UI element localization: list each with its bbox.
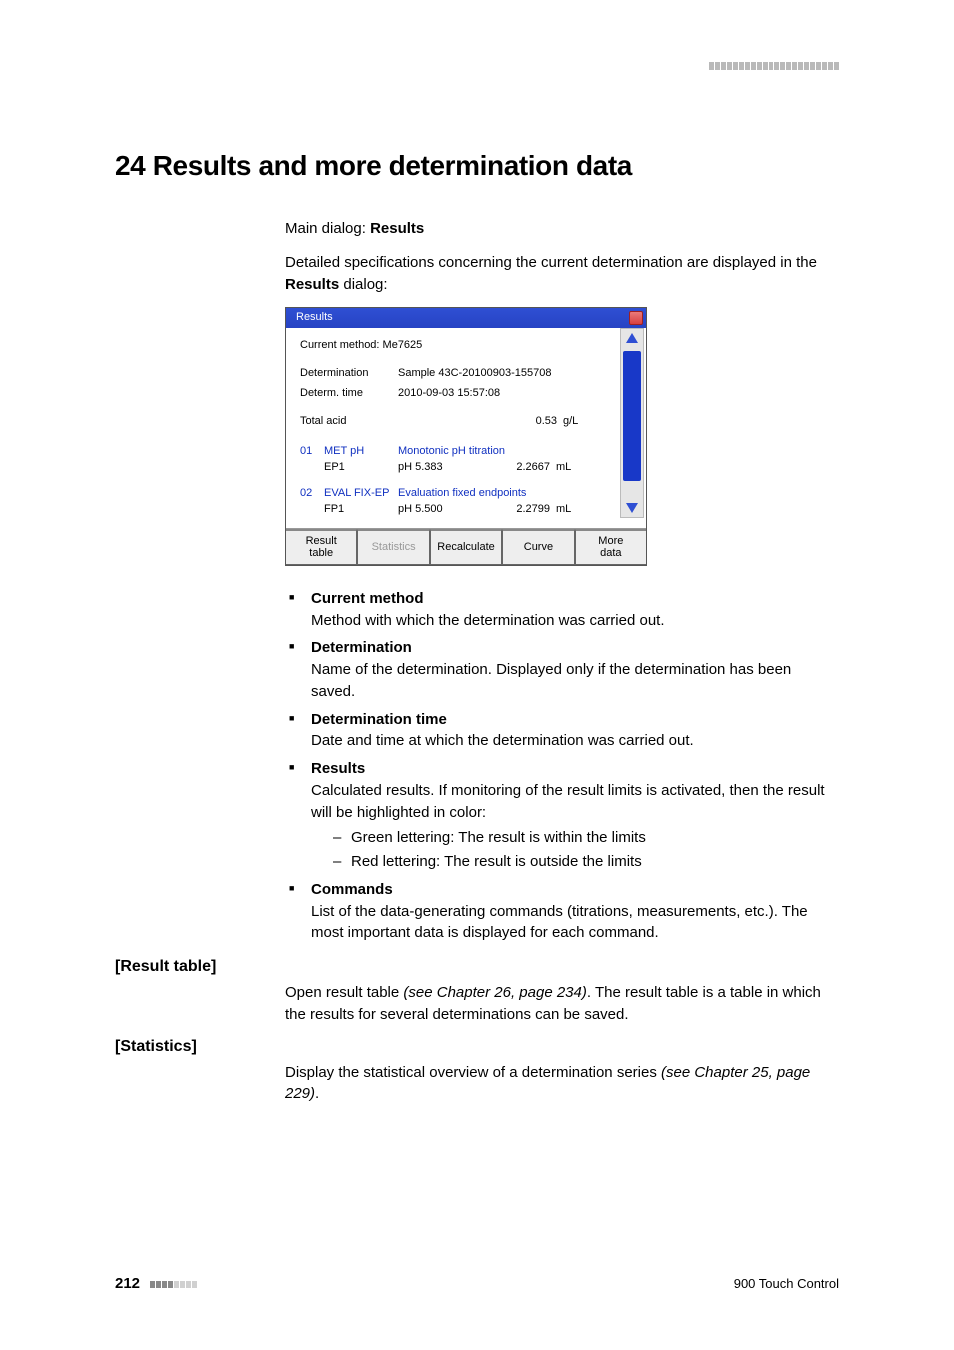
reference: (see Chapter 26, page 234) bbox=[403, 984, 586, 1001]
idx: 02 bbox=[300, 486, 324, 502]
main-dialog-line: Main dialog: Results bbox=[285, 218, 839, 240]
recalculate-button[interactable]: Recalculate bbox=[430, 529, 502, 565]
page-number: 212 bbox=[115, 1275, 140, 1292]
text: Open result table bbox=[285, 984, 403, 1001]
chapter-title: 24 Results and more determination data bbox=[115, 150, 839, 182]
dialog-name: Results bbox=[370, 220, 424, 237]
footer: 212 900 Touch Control bbox=[115, 1275, 839, 1292]
text: List of the data-generating commands (ti… bbox=[311, 903, 808, 942]
intro-paragraph: Detailed specifications concerning the c… bbox=[285, 252, 839, 296]
text: dialog: bbox=[339, 276, 387, 293]
result-total-acid: Total acid 0.53 g/L bbox=[300, 414, 632, 430]
unit: g/L bbox=[563, 414, 578, 430]
close-icon[interactable] bbox=[629, 311, 643, 325]
dialog-buttons: Result table Statistics Recalculate Curv… bbox=[286, 528, 646, 565]
row-determination: Determination Sample 43C-20100903-155708 bbox=[300, 366, 632, 382]
text: Main dialog: bbox=[285, 220, 370, 237]
bullet-results: Results Calculated results. If monitorin… bbox=[285, 758, 839, 873]
results-dialog: Results Current method: Me7625 Determina… bbox=[285, 307, 647, 566]
page: 24 Results and more determination data M… bbox=[0, 0, 954, 1350]
label: Total acid bbox=[300, 414, 398, 430]
value: 2010-09-03 15:57:08 bbox=[398, 386, 632, 402]
text: . bbox=[315, 1085, 319, 1102]
dialog-title: Results bbox=[296, 310, 333, 326]
c4: mL bbox=[556, 502, 571, 518]
text: Display the statistical overview of a de… bbox=[285, 1064, 661, 1081]
statistics-label: [Statistics] bbox=[115, 1038, 839, 1056]
footer-product: 900 Touch Control bbox=[734, 1276, 839, 1291]
statistics-button[interactable]: Statistics bbox=[357, 529, 429, 565]
scroll-down-icon[interactable] bbox=[626, 503, 638, 513]
c2: pH 5.383 bbox=[398, 460, 496, 476]
text: Detailed specifications concerning the c… bbox=[285, 254, 817, 271]
footer-decoration bbox=[150, 1281, 197, 1288]
result-table-text: Open result table (see Chapter 26, page … bbox=[285, 982, 839, 1026]
label: Determination bbox=[300, 366, 398, 382]
heading: Determination time bbox=[311, 711, 447, 728]
command-head: 02 EVAL FIX-EP Evaluation fixed endpoint… bbox=[300, 486, 632, 502]
statistics-text: Display the statistical overview of a de… bbox=[285, 1062, 839, 1106]
result-table-label: [Result table] bbox=[115, 958, 839, 976]
label: Determ. time bbox=[300, 386, 398, 402]
c1: EP1 bbox=[324, 460, 398, 476]
text: Name of the determination. Displayed onl… bbox=[311, 661, 791, 700]
header-decoration bbox=[709, 62, 839, 72]
current-method: Current method: Me7625 bbox=[300, 338, 632, 354]
text: Results bbox=[285, 276, 339, 293]
dialog-titlebar: Results bbox=[286, 308, 646, 328]
bullet-commands: Commands List of the data-generating com… bbox=[285, 879, 839, 944]
more-data-button[interactable]: More data bbox=[575, 529, 646, 565]
text: Calculated results. If monitoring of the… bbox=[311, 782, 825, 821]
command-sub: EP1 pH 5.383 2.2667 mL bbox=[300, 460, 632, 476]
scrollbar[interactable] bbox=[620, 328, 644, 518]
scroll-up-icon[interactable] bbox=[626, 333, 638, 343]
dash-red: Red lettering: The result is outside the… bbox=[333, 851, 839, 873]
curve-button[interactable]: Curve bbox=[502, 529, 574, 565]
c4: mL bbox=[556, 460, 571, 476]
name: MET pH bbox=[324, 444, 398, 460]
bullet-determination: Determination Name of the determination.… bbox=[285, 637, 839, 702]
command-sub: FP1 pH 5.500 2.2799 mL bbox=[300, 502, 632, 518]
bullet-determination-time: Determination time Date and time at whic… bbox=[285, 709, 839, 753]
heading: Results bbox=[311, 760, 365, 777]
value: 0.53 bbox=[398, 414, 563, 430]
result-table-button[interactable]: Result table bbox=[286, 529, 357, 565]
name: EVAL FIX-EP bbox=[324, 486, 398, 502]
command-02: 02 EVAL FIX-EP Evaluation fixed endpoint… bbox=[300, 486, 632, 518]
dialog-body: Current method: Me7625 Determination Sam… bbox=[286, 328, 646, 518]
dash-list: Green lettering: The result is within th… bbox=[333, 827, 839, 873]
command-01: 01 MET pH Monotonic pH titration EP1 pH … bbox=[300, 444, 632, 476]
dash-green: Green lettering: The result is within th… bbox=[333, 827, 839, 849]
c3: 2.2667 bbox=[496, 460, 556, 476]
footer-left: 212 bbox=[115, 1275, 197, 1292]
row-determ-time: Determ. time 2010-09-03 15:57:08 bbox=[300, 386, 632, 402]
bullet-list: Current method Method with which the det… bbox=[285, 588, 839, 944]
c3: 2.2799 bbox=[496, 502, 556, 518]
desc: Evaluation fixed endpoints bbox=[398, 486, 526, 502]
scroll-thumb[interactable] bbox=[623, 351, 641, 481]
text: Method with which the determination was … bbox=[311, 612, 665, 629]
text: Date and time at which the determination… bbox=[311, 732, 694, 749]
heading: Determination bbox=[311, 639, 412, 656]
command-head: 01 MET pH Monotonic pH titration bbox=[300, 444, 632, 460]
content: Main dialog: Results Detailed specificat… bbox=[285, 218, 839, 944]
idx: 01 bbox=[300, 444, 324, 460]
bullet-current-method: Current method Method with which the det… bbox=[285, 588, 839, 632]
desc: Monotonic pH titration bbox=[398, 444, 505, 460]
c1: FP1 bbox=[324, 502, 398, 518]
value: Sample 43C-20100903-155708 bbox=[398, 366, 632, 382]
heading: Current method bbox=[311, 590, 424, 607]
heading: Commands bbox=[311, 881, 393, 898]
c2: pH 5.500 bbox=[398, 502, 496, 518]
